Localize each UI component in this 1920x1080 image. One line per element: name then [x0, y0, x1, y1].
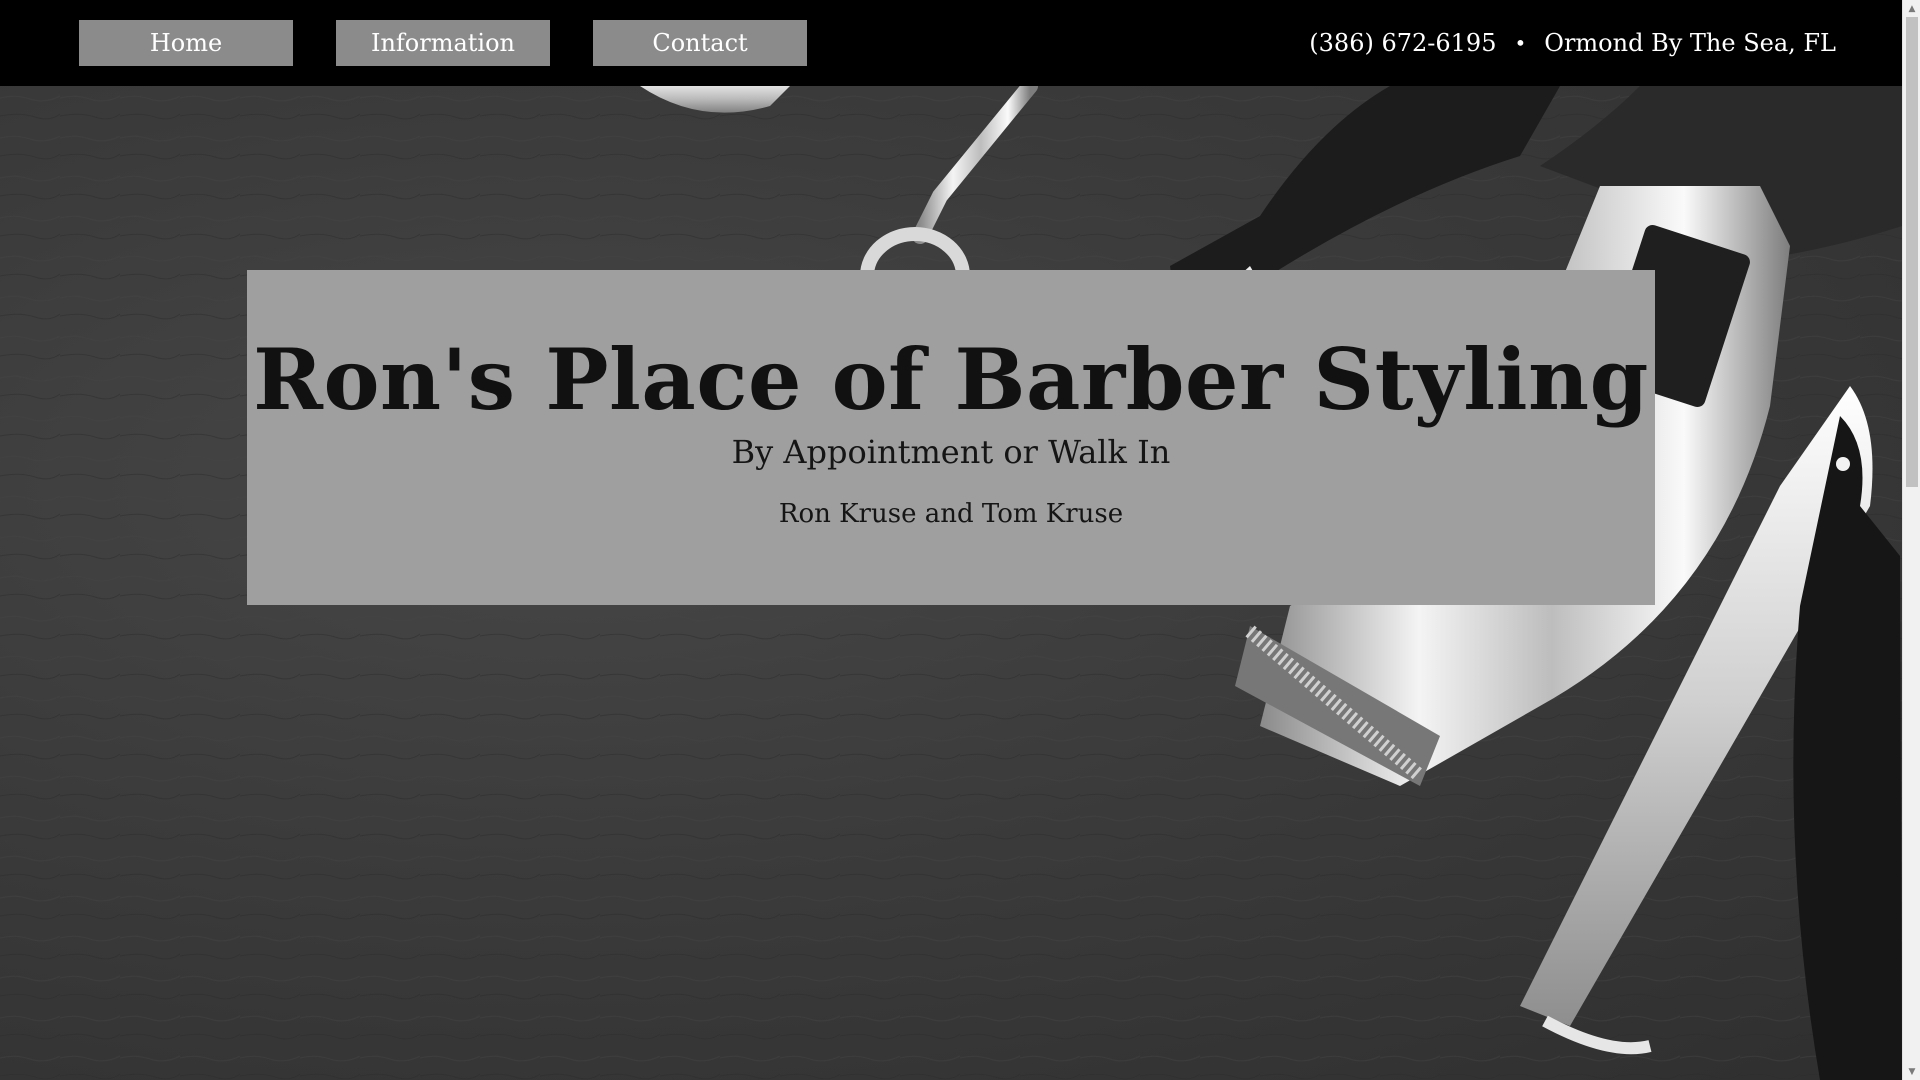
nav-information-button[interactable]: Information	[336, 20, 550, 66]
hero-background: Ron's Place of Barber Styling By Appoint…	[0, 86, 1902, 1080]
page-subtitle: By Appointment or Walk In	[731, 433, 1171, 471]
location-text: Ormond By The Sea, FL	[1544, 29, 1836, 57]
title-card: Ron's Place of Barber Styling By Appoint…	[247, 270, 1655, 605]
scroll-thumb[interactable]	[1906, 17, 1918, 487]
scroll-down-arrow-icon[interactable]: ▼	[1903, 1063, 1920, 1080]
top-nav-bar: Home Information Contact (386) 672-6195 …	[0, 0, 1902, 86]
nav-home-button[interactable]: Home	[79, 20, 293, 66]
bullet-separator: •	[1514, 31, 1527, 55]
page: Home Information Contact (386) 672-6195 …	[0, 0, 1902, 1080]
owners-text: Ron Kruse and Tom Kruse	[778, 499, 1124, 529]
scroll-up-arrow-icon[interactable]: ▲	[1903, 0, 1920, 17]
page-title: Ron's Place of Barber Styling	[253, 330, 1649, 429]
phone-number[interactable]: (386) 672-6195	[1309, 29, 1496, 57]
nav-contact-button[interactable]: Contact	[593, 20, 807, 66]
vertical-scrollbar[interactable]: ▲ ▼	[1902, 0, 1920, 1080]
contact-info: (386) 672-6195 • Ormond By The Sea, FL	[1309, 0, 1836, 86]
